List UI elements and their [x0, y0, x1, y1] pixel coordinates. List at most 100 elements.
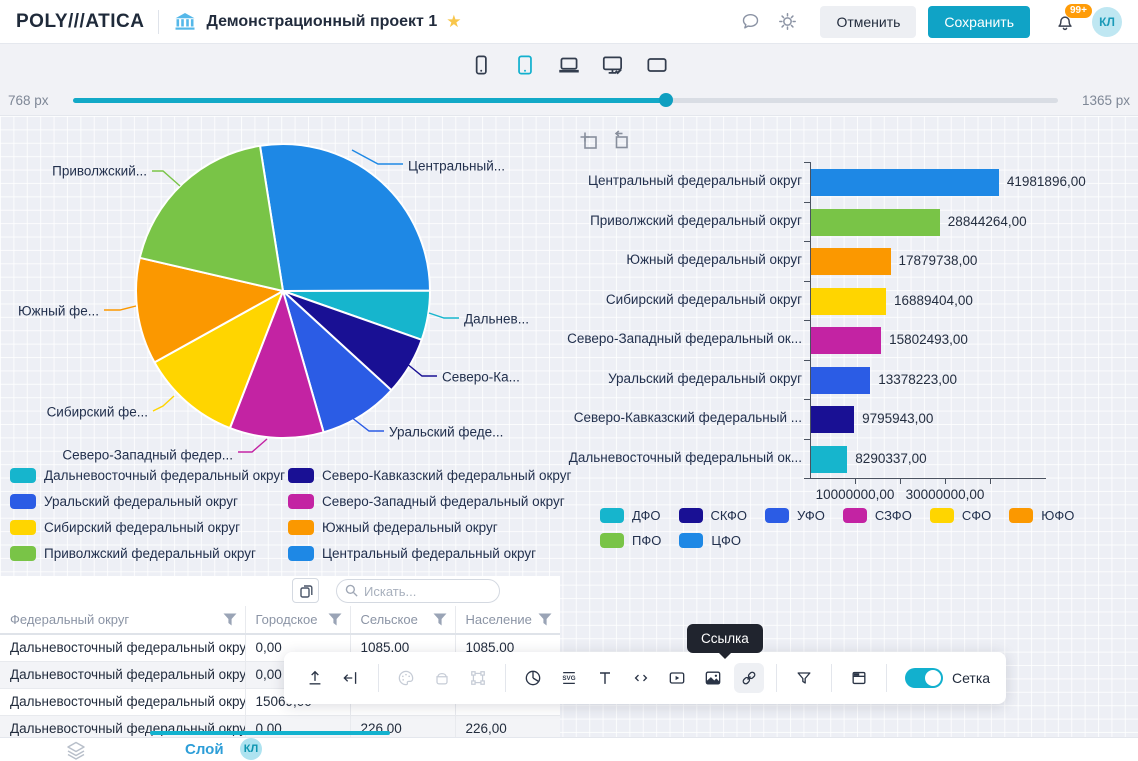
legend-item[interactable]: СЗФО — [842, 508, 912, 523]
tv-icon — [647, 57, 667, 72]
pie-chart[interactable]: Центральный... Дальнев... Северо-Ка... Урал… — [0, 125, 560, 465]
upload-button[interactable] — [300, 663, 330, 693]
layers-icon — [67, 741, 85, 760]
legend-item[interactable]: ЦФО — [679, 533, 741, 548]
legend-label: Северо-Кавказский федеральный округ — [322, 467, 572, 483]
legend-item[interactable]: Северо-Западный федеральный округ — [288, 488, 571, 514]
rotate-frame-button[interactable] — [608, 128, 632, 152]
legend-swatch — [288, 545, 314, 561]
device-laptop-button[interactable] — [554, 51, 584, 79]
filter-funnel-icon[interactable] — [538, 613, 552, 626]
bar-value-label: 15802493,00 — [889, 332, 968, 347]
bar-0[interactable] — [810, 169, 999, 196]
dashboard-canvas[interactable]: Центральный... Дальнев... Северо-Ка... Урал… — [0, 116, 1138, 737]
pie-label: Южный фе... — [18, 304, 99, 319]
legend-label: ДФО — [632, 508, 661, 523]
filter-funnel-icon[interactable] — [223, 613, 237, 626]
comments-button[interactable] — [740, 11, 761, 32]
bar-5[interactable] — [810, 366, 871, 394]
table-column-header[interactable]: Население — [455, 606, 560, 635]
legend-item[interactable]: Приволжский федеральный округ — [10, 540, 288, 566]
bar-6[interactable] — [810, 406, 855, 433]
cancel-button[interactable]: Отменить — [820, 5, 917, 38]
slider-handle[interactable] — [658, 93, 673, 107]
slider-min-label: 768 px — [8, 92, 49, 108]
device-tablet-button[interactable] — [510, 51, 540, 79]
pie-label: Сибирский фе... — [47, 405, 148, 420]
legend-item[interactable]: УФО — [765, 508, 825, 523]
avatar[interactable]: КЛ — [1092, 6, 1122, 37]
pie-slice-ЦФО[interactable] — [259, 143, 431, 292]
bar-7[interactable] — [810, 445, 848, 473]
favorite-star-icon[interactable]: ★ — [446, 12, 461, 32]
filter-button[interactable] — [789, 663, 819, 693]
toolbar-divider — [378, 664, 379, 692]
toggle-knob — [925, 670, 941, 686]
legend-item[interactable]: Дальневосточный федеральный округ — [10, 462, 288, 488]
bar-3[interactable] — [810, 287, 886, 315]
grid-toggle[interactable]: Сетка — [905, 668, 990, 688]
legend-label: Центральный федеральный округ — [322, 545, 537, 561]
add-chart-button[interactable] — [518, 663, 548, 693]
notifications-button[interactable]: 99+ — [1054, 3, 1092, 33]
layers-button[interactable] — [64, 739, 88, 761]
save-button[interactable]: Сохранить — [928, 5, 1030, 38]
copy-table-button[interactable] — [292, 578, 319, 603]
add-code-button[interactable] — [626, 663, 656, 693]
bar-2[interactable] — [810, 248, 891, 275]
filter-funnel-icon[interactable] — [433, 613, 447, 626]
table-cell: Дальневосточный федеральный округ — [0, 688, 246, 716]
fill-bucket-button[interactable] — [427, 663, 457, 693]
chat-icon — [743, 13, 759, 29]
collapse-left-button[interactable] — [336, 663, 366, 693]
transform-button[interactable] — [463, 663, 493, 693]
legend-item[interactable]: Уральский федеральный округ — [10, 488, 288, 514]
legend-label: Северо-Западный федеральный округ — [322, 493, 565, 509]
table-search-input[interactable] — [336, 579, 500, 603]
table-column-header[interactable]: Сельское — [350, 606, 456, 635]
legend-item[interactable]: СФО — [929, 508, 991, 523]
grid-toggle-switch[interactable] — [905, 668, 943, 688]
window-layout-button[interactable] — [844, 663, 874, 693]
legend-item[interactable]: ЮФО — [1009, 508, 1074, 523]
table-search — [336, 579, 500, 603]
viewport-width-slider[interactable] — [72, 93, 1058, 107]
legend-item[interactable]: Северо-Кавказский федеральный округ — [288, 462, 571, 488]
table-column-header[interactable]: Федеральный округ — [0, 606, 246, 635]
app-footer: Слой КЛ — [0, 737, 1138, 761]
add-svg-button[interactable]: SVG — [554, 663, 584, 693]
bar-1[interactable] — [810, 208, 940, 236]
layer-label[interactable]: Слой — [185, 741, 224, 758]
add-image-button[interactable] — [698, 663, 728, 693]
filter-funnel-icon[interactable] — [328, 613, 342, 626]
device-desktop-button[interactable] — [598, 51, 628, 79]
add-frame-button[interactable] — [576, 128, 600, 152]
table-column-header[interactable]: Городское — [245, 606, 351, 635]
device-tv-button[interactable] — [642, 51, 672, 79]
palette-button[interactable] — [391, 663, 421, 693]
legend-item[interactable]: Южный федеральный округ — [288, 514, 571, 540]
crop-add-icon — [580, 132, 597, 149]
legend-item[interactable]: СКФО — [678, 508, 747, 523]
legend-label: ЮФО — [1041, 508, 1075, 523]
bar-value-label: 17879738,00 — [898, 253, 978, 268]
add-text-button[interactable] — [590, 663, 620, 693]
add-link-button[interactable] — [734, 663, 764, 693]
table-head: Федеральный округ Городское Сельское Населе… — [0, 606, 560, 635]
bar-chart[interactable]: Центральный федеральный округ 41981896,00… — [565, 160, 1125, 520]
laptop-icon — [559, 57, 579, 72]
bar-y-tick — [804, 320, 810, 321]
video-icon — [669, 672, 685, 684]
text-icon — [600, 672, 610, 684]
bar-4[interactable] — [810, 327, 882, 354]
add-video-button[interactable] — [662, 663, 692, 693]
legend-label: Сибирский федеральный округ — [44, 519, 241, 535]
settings-button[interactable] — [777, 11, 798, 32]
table-horizontal-scrollbar[interactable] — [150, 731, 390, 735]
legend-item[interactable]: ПФО — [600, 533, 661, 548]
legend-item[interactable]: Центральный федеральный округ — [288, 540, 571, 566]
device-phone-button[interactable] — [466, 51, 496, 79]
legend-item[interactable]: ДФО — [600, 508, 661, 523]
legend-item[interactable]: Сибирский федеральный округ — [10, 514, 288, 540]
svg-text:SVG: SVG — [562, 675, 575, 682]
